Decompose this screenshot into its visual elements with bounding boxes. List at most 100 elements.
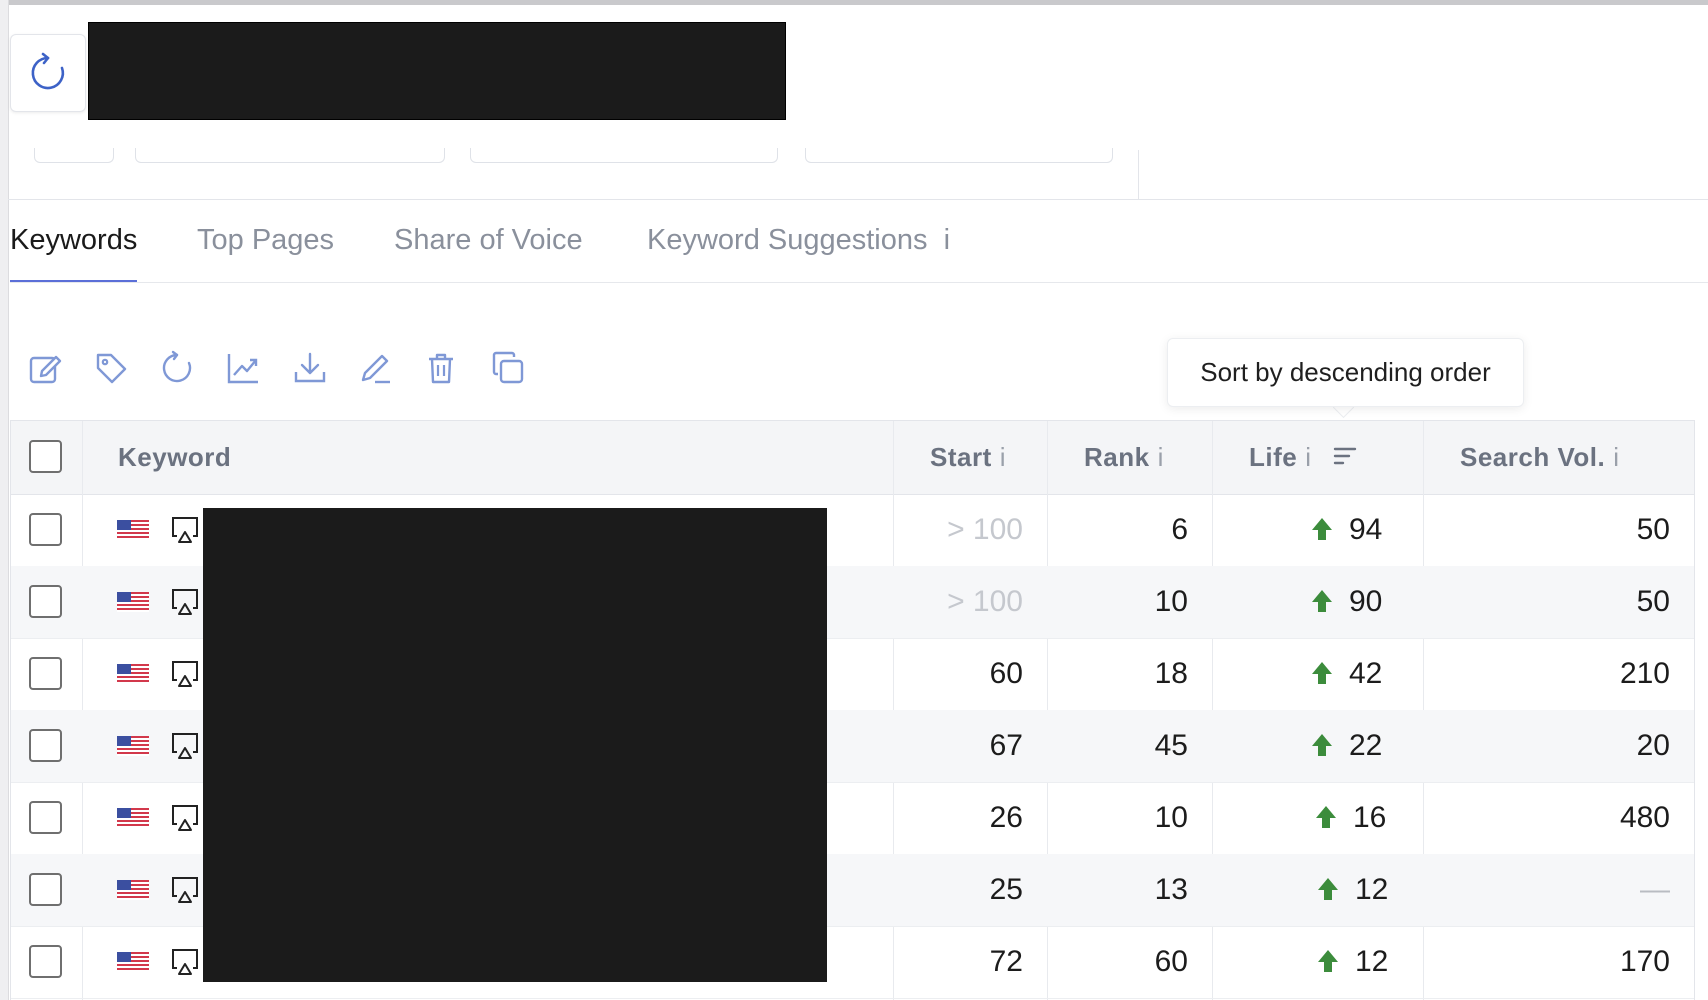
column-header-rank[interactable]: Rank i (1084, 421, 1164, 494)
start-rank: > 100 (947, 585, 1023, 618)
filter-control[interactable] (135, 148, 445, 163)
row-checkbox[interactable] (29, 657, 62, 690)
chart-button[interactable] (223, 346, 263, 390)
life-change: 22 (1311, 710, 1382, 782)
tab-share-of-voice[interactable]: Share of Voice (394, 218, 583, 280)
table-edge (1694, 420, 1708, 1000)
refresh-icon (31, 52, 65, 90)
life-change: 94 (1311, 494, 1382, 566)
us-flag-icon (117, 808, 149, 828)
us-flag-icon (117, 736, 149, 756)
column-header-life[interactable]: Life i (1249, 421, 1357, 494)
column-label: Life (1249, 442, 1298, 472)
tag-button[interactable] (91, 346, 131, 390)
copy-button[interactable] (488, 346, 528, 390)
info-icon: i (1157, 442, 1164, 472)
start-rank: 67 (989, 729, 1023, 762)
pen-icon (361, 354, 390, 384)
life-value: 16 (1353, 801, 1387, 834)
us-flag-icon (117, 664, 149, 684)
current-rank: 45 (1154, 729, 1188, 762)
desktop-icon (172, 517, 198, 543)
arrow-up-icon (1312, 590, 1332, 613)
info-icon: i (1305, 442, 1312, 472)
current-rank: 6 (1171, 513, 1188, 546)
life-value: 22 (1349, 729, 1383, 762)
copy-icon (492, 351, 524, 384)
filter-panel-border (8, 199, 1140, 200)
arrow-up-icon (1318, 878, 1338, 901)
info-icon: i (943, 224, 951, 256)
row-checkbox[interactable] (29, 801, 62, 834)
select-all-checkbox[interactable] (29, 440, 62, 473)
row-checkbox[interactable] (29, 873, 62, 906)
column-header-search-volume[interactable]: Search Vol. i (1460, 421, 1619, 494)
row-checkbox[interactable] (29, 945, 62, 978)
info-icon: i (1613, 442, 1620, 472)
refresh-icon (162, 350, 192, 383)
arrow-up-icon (1318, 950, 1338, 973)
rename-button[interactable] (355, 346, 395, 390)
edit-button[interactable] (25, 346, 65, 390)
current-rank: 10 (1154, 801, 1188, 834)
table-header: Keyword Start i Rank i Life i Search Vol. i (11, 421, 1708, 495)
filter-control[interactable] (470, 148, 778, 163)
edit-icon (29, 355, 62, 384)
desktop-icon (172, 877, 198, 903)
filter-control[interactable] (805, 148, 1113, 163)
tab-keywords[interactable]: Keywords (10, 218, 138, 282)
info-icon: i (999, 442, 1007, 472)
us-flag-icon (117, 520, 149, 540)
us-flag-icon (117, 952, 149, 972)
window-frame-left (0, 0, 9, 1000)
search-volume: 20 (1636, 729, 1670, 762)
refresh-button[interactable] (10, 34, 86, 112)
redacted-title (88, 22, 786, 120)
us-flag-icon (117, 880, 149, 900)
search-volume: 480 (1619, 801, 1670, 834)
life-value: 94 (1349, 513, 1383, 546)
start-rank: 26 (989, 801, 1023, 834)
filter-control[interactable] (34, 148, 114, 163)
refresh-rank-button[interactable] (157, 346, 197, 390)
download-button[interactable] (290, 346, 330, 390)
arrow-up-icon (1312, 662, 1332, 685)
us-flag-icon (117, 592, 149, 612)
row-checkbox[interactable] (29, 729, 62, 762)
filter-panel-border (1138, 150, 1139, 200)
column-header-start[interactable]: Start i (930, 421, 1006, 494)
sort-tooltip: Sort by descending order (1167, 338, 1524, 407)
life-value: 42 (1349, 657, 1383, 690)
delete-button[interactable] (421, 346, 461, 390)
life-value: 12 (1355, 873, 1389, 906)
current-rank: 60 (1154, 945, 1188, 978)
arrow-up-icon (1316, 806, 1336, 829)
tab-keyword-suggestions[interactable]: Keyword Suggestions i (647, 218, 950, 280)
desktop-icon (172, 589, 198, 615)
row-checkbox[interactable] (29, 585, 62, 618)
desktop-icon (172, 733, 198, 759)
current-rank: 13 (1154, 873, 1188, 906)
tab-top-pages[interactable]: Top Pages (197, 218, 334, 280)
search-volume: 50 (1636, 513, 1670, 546)
column-label: Search Vol. (1460, 442, 1606, 472)
start-rank: 60 (989, 657, 1023, 690)
search-volume: 210 (1619, 657, 1670, 690)
redacted-keywords (203, 508, 827, 982)
life-change: 90 (1311, 566, 1382, 638)
filter-panel-border (1138, 199, 1708, 200)
start-rank: 25 (989, 873, 1023, 906)
search-volume: — (1640, 873, 1670, 906)
column-label: Start (930, 442, 992, 472)
arrow-up-icon (1312, 734, 1332, 757)
column-header-keyword[interactable]: Keyword (118, 421, 231, 494)
desktop-icon (172, 661, 198, 687)
sort-icon[interactable] (1333, 446, 1357, 466)
life-change: 12 (1317, 854, 1388, 926)
row-checkbox[interactable] (29, 513, 62, 546)
arrow-up-icon (1312, 518, 1332, 541)
desktop-icon (172, 805, 198, 831)
tab-bar: Keywords Top Pages Share of Voice Keywor… (10, 218, 1708, 283)
column-label: Rank (1084, 442, 1150, 472)
start-rank: > 100 (947, 513, 1023, 546)
